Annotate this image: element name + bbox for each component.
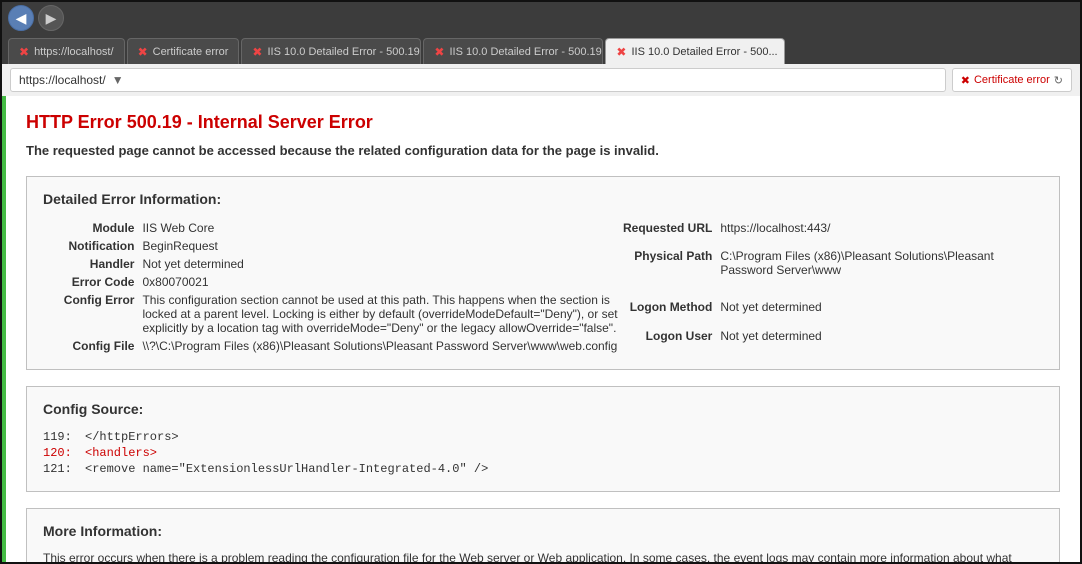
detail-left: Module IIS Web Core Notification BeginRe…	[43, 219, 623, 355]
more-info-section: More Information: This error occurs when…	[26, 508, 1060, 562]
line-code-119: </httpErrors>	[85, 430, 179, 444]
tab-1-icon: ✖	[19, 45, 29, 59]
detail-row-handler: Handler Not yet determined	[43, 255, 623, 273]
tab-5-label: IIS 10.0 Detailed Error - 500...	[631, 46, 777, 58]
detail-label-requrl: Requested URL	[623, 219, 720, 247]
detail-row-requrl: Requested URL https://localhost:443/	[623, 219, 1043, 247]
detail-value-notification: BeginRequest	[142, 237, 623, 255]
config-source-title: Config Source:	[43, 401, 1043, 417]
code-line-120: 120: <handlers>	[43, 445, 1043, 461]
tab-2[interactable]: ✖ Certificate error	[127, 38, 240, 64]
config-source-section: Config Source: 119: </httpErrors> 120: <…	[26, 386, 1060, 492]
detail-label-handler: Handler	[43, 255, 142, 273]
tab-5[interactable]: ✖ IIS 10.0 Detailed Error - 500... ✕	[605, 38, 785, 64]
tabs-bar: ✖ https://localhost/ ✖ Certificate error…	[2, 34, 1080, 64]
detail-grid: Module IIS Web Core Notification BeginRe…	[43, 219, 1043, 355]
address-bar-row: https://localhost/ ▼ ✖ Certificate error…	[2, 64, 1080, 96]
tab-3[interactable]: ✖ IIS 10.0 Detailed Error - 500.19 ...	[241, 38, 421, 64]
detail-label-configerror: Config Error	[43, 291, 142, 337]
detail-label-logonmethod: Logon Method	[623, 298, 720, 326]
forward-button[interactable]: ▶	[38, 5, 64, 31]
error-subtitle: The requested page cannot be accessed be…	[26, 143, 1060, 158]
search-dropdown-icon[interactable]: ▼	[112, 73, 124, 87]
detail-value-physpath: C:\Program Files (x86)\Pleasant Solution…	[720, 247, 1043, 298]
detailed-error-section: Detailed Error Information: Module IIS W…	[26, 176, 1060, 370]
detail-label-logonuser: Logon User	[623, 327, 720, 356]
detail-label-errorcode: Error Code	[43, 273, 142, 291]
tab-3-icon: ✖	[252, 45, 262, 59]
detail-row-configfile: Config File \\?\C:\Program Files (x86)\P…	[43, 337, 623, 355]
code-line-119: 119: </httpErrors>	[43, 429, 1043, 445]
tab-4-label: IIS 10.0 Detailed Error - 500.19 ...	[449, 46, 603, 58]
address-bar[interactable]: https://localhost/ ▼	[10, 68, 946, 92]
line-num-119: 119:	[43, 430, 73, 444]
tab-5-icon: ✖	[616, 45, 626, 59]
detail-value-logonuser: Not yet determined	[720, 327, 1043, 356]
detail-row-logonuser: Logon User Not yet determined	[623, 327, 1043, 356]
tab-2-label: Certificate error	[153, 46, 229, 58]
tab-4[interactable]: ✖ IIS 10.0 Detailed Error - 500.19 ...	[423, 38, 603, 64]
line-num-121: 121:	[43, 462, 73, 476]
title-bar: ◀ ▶	[2, 2, 1080, 34]
detail-row-configerror: Config Error This configuration section …	[43, 291, 623, 337]
detailed-error-title: Detailed Error Information:	[43, 191, 1043, 207]
detail-value-handler: Not yet determined	[142, 255, 623, 273]
browser-window: ◀ ▶ ✖ https://localhost/ ✖ Certificate e…	[0, 0, 1082, 564]
detail-label-notification: Notification	[43, 237, 142, 255]
detail-row-module: Module IIS Web Core	[43, 219, 623, 237]
cert-error-badge[interactable]: ✖ Certificate error ↻	[952, 68, 1072, 92]
detail-value-module: IIS Web Core	[142, 219, 623, 237]
detail-value-configfile: \\?\C:\Program Files (x86)\Pleasant Solu…	[142, 337, 623, 355]
tab-1[interactable]: ✖ https://localhost/	[8, 38, 125, 64]
tab-3-label: IIS 10.0 Detailed Error - 500.19 ...	[267, 46, 421, 58]
tab-2-icon: ✖	[138, 45, 148, 59]
line-code-121: <remove name="ExtensionlessUrlHandler-In…	[85, 462, 488, 476]
detail-row-errorcode: Error Code 0x80070021	[43, 273, 623, 291]
tab-1-label: https://localhost/	[34, 46, 114, 58]
cert-error-refresh-icon[interactable]: ↻	[1054, 74, 1063, 87]
detail-right: Requested URL https://localhost:443/ Phy…	[623, 219, 1043, 355]
line-num-120: 120:	[43, 446, 73, 460]
detail-row-logonmethod: Logon Method Not yet determined	[623, 298, 1043, 326]
cert-error-label: Certificate error	[974, 74, 1050, 86]
tab-4-icon: ✖	[434, 45, 444, 59]
line-code-120: <handlers>	[85, 446, 157, 460]
detail-label-module: Module	[43, 219, 142, 237]
back-button[interactable]: ◀	[8, 5, 34, 31]
code-line-121: 121: <remove name="ExtensionlessUrlHandl…	[43, 461, 1043, 477]
address-text: https://localhost/	[19, 73, 106, 87]
cert-error-x-icon: ✖	[961, 74, 970, 87]
detail-label-configfile: Config File	[43, 337, 142, 355]
more-info-text: This error occurs when there is a proble…	[43, 551, 1043, 562]
detail-row-physpath: Physical Path C:\Program Files (x86)\Ple…	[623, 247, 1043, 298]
more-info-title: More Information:	[43, 523, 1043, 539]
detail-value-configerror: This configuration section cannot be use…	[142, 291, 623, 337]
error-title: HTTP Error 500.19 - Internal Server Erro…	[26, 112, 1060, 133]
detail-value-requrl: https://localhost:443/	[720, 219, 1043, 247]
page-content: HTTP Error 500.19 - Internal Server Erro…	[2, 96, 1080, 562]
config-source-code: 119: </httpErrors> 120: <handlers> 121: …	[43, 429, 1043, 477]
detail-value-errorcode: 0x80070021	[142, 273, 623, 291]
detail-row-notification: Notification BeginRequest	[43, 237, 623, 255]
detail-label-physpath: Physical Path	[623, 247, 720, 298]
detail-value-logonmethod: Not yet determined	[720, 298, 1043, 326]
